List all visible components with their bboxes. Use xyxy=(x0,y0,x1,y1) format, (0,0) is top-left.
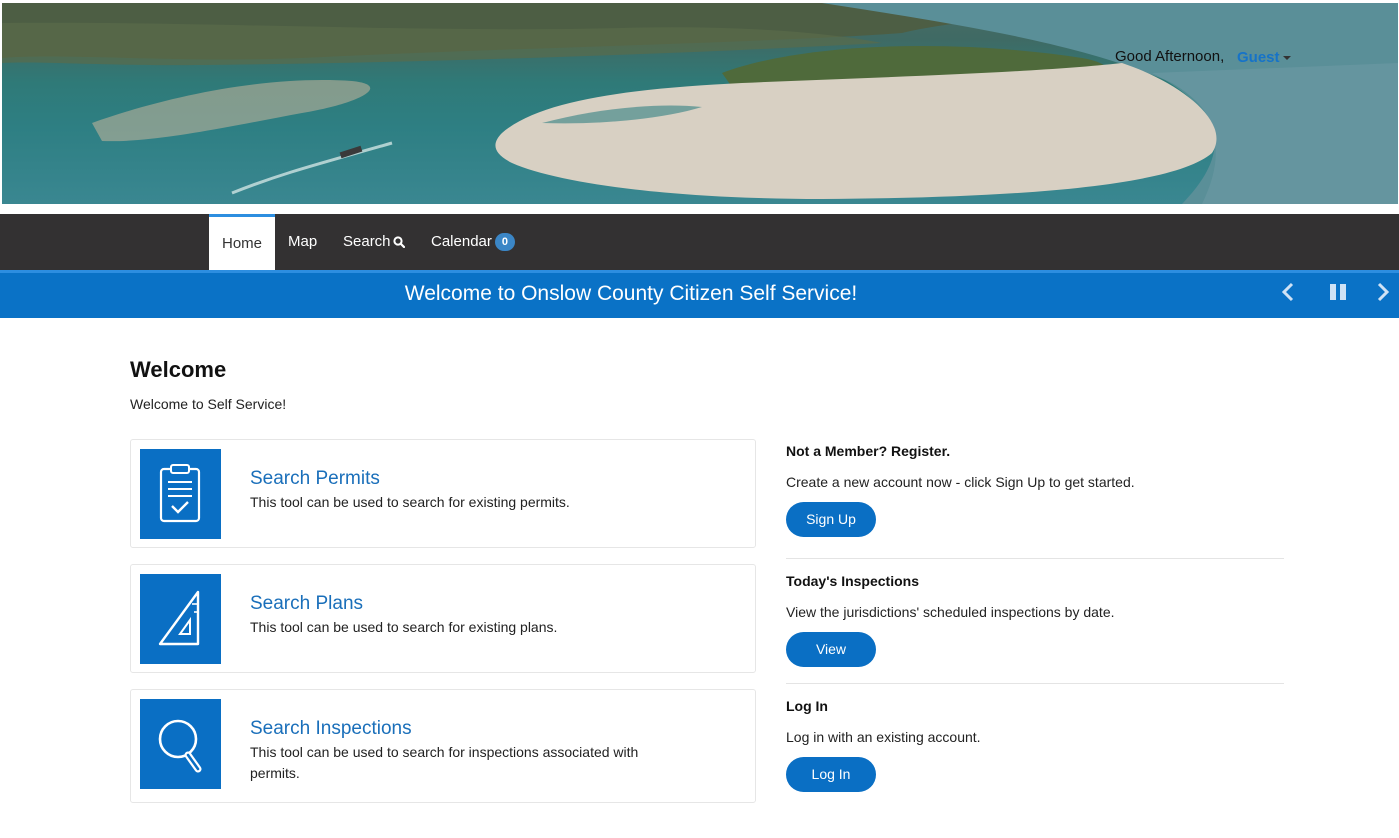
nav-search[interactable]: Search xyxy=(343,214,405,270)
search-plans-card[interactable]: Search Plans This tool can be used to se… xyxy=(130,564,756,673)
guest-label: Guest xyxy=(1237,49,1280,66)
nav-calendar[interactable]: Calendar 0 xyxy=(431,214,515,270)
chevron-left-icon[interactable] xyxy=(1278,281,1300,303)
main-navbar: Home Map Search Calendar 0 xyxy=(0,214,1399,270)
caret-down-icon xyxy=(1282,56,1291,61)
search-icon xyxy=(392,236,405,249)
magnifier-icon xyxy=(140,699,221,789)
todays-inspections-heading: Today's Inspections xyxy=(786,573,919,589)
card-title[interactable]: Search Permits xyxy=(250,468,380,490)
card-title[interactable]: Search Inspections xyxy=(250,718,412,740)
announcement-bar: Welcome to Onslow County Citizen Self Se… xyxy=(0,270,1399,318)
nav-calendar-label: Calendar xyxy=(431,233,492,250)
announcement-text: Welcome to Onslow County Citizen Self Se… xyxy=(404,282,858,305)
pause-icon[interactable] xyxy=(1327,281,1349,303)
welcome-subtitle: Welcome to Self Service! xyxy=(130,396,287,412)
card-description: This tool can be used to search for insp… xyxy=(250,744,639,781)
chevron-right-icon[interactable] xyxy=(1371,281,1393,303)
card-title[interactable]: Search Plans xyxy=(250,593,363,615)
calendar-count-badge: 0 xyxy=(494,233,515,252)
card-description: This tool can be used to search for exis… xyxy=(250,619,558,635)
header-banner-image: Good Afternoon, Guest xyxy=(2,3,1398,204)
divider xyxy=(786,683,1284,684)
login-text: Log in with an existing account. xyxy=(786,729,981,745)
nav-search-label: Search xyxy=(343,233,391,250)
inspections-text: View the jurisdictions' scheduled inspec… xyxy=(786,604,1115,620)
nav-map[interactable]: Map xyxy=(288,214,317,270)
nav-home[interactable]: Home xyxy=(209,214,275,270)
set-square-icon xyxy=(140,574,221,664)
login-heading: Log In xyxy=(786,698,828,714)
sign-up-button[interactable]: Sign Up xyxy=(786,502,876,537)
greeting-text: Good Afternoon, xyxy=(1115,48,1225,65)
register-text: Create a new account now - click Sign Up… xyxy=(786,474,1135,490)
search-permits-card[interactable]: Search Permits This tool can be used to … xyxy=(130,439,756,548)
page-title: Welcome xyxy=(130,357,227,382)
guest-user-menu[interactable]: Guest xyxy=(1237,49,1291,66)
clipboard-check-icon xyxy=(140,449,221,539)
log-in-button[interactable]: Log In xyxy=(786,757,876,792)
divider xyxy=(786,558,1284,559)
card-description: This tool can be used to search for exis… xyxy=(250,494,570,510)
search-inspections-card[interactable]: Search Inspections This tool can be used… xyxy=(130,689,756,803)
view-button[interactable]: View xyxy=(786,632,876,667)
register-heading: Not a Member? Register. xyxy=(786,443,951,459)
